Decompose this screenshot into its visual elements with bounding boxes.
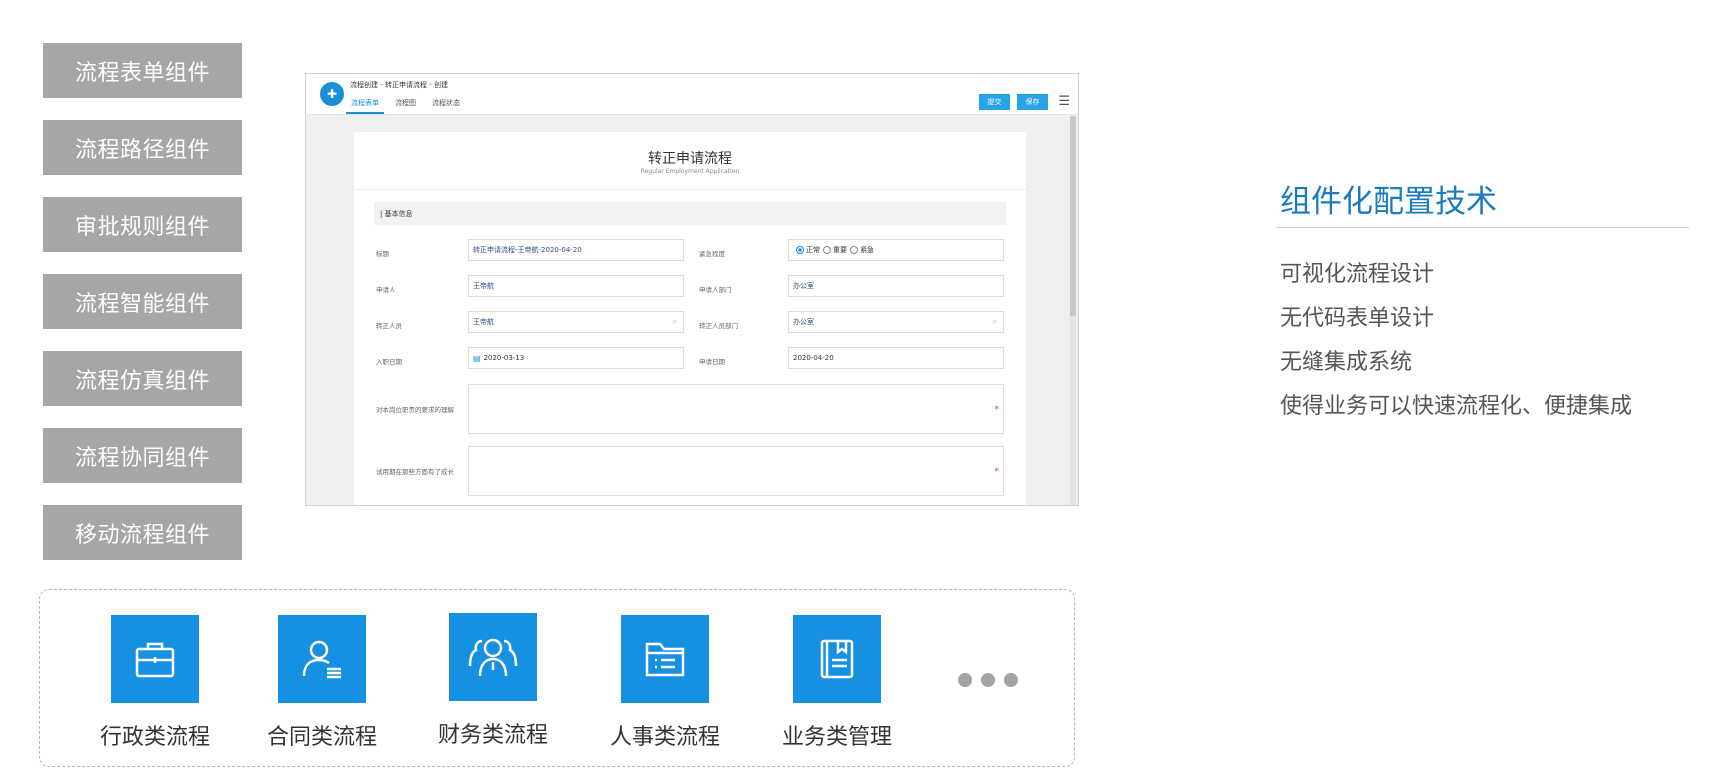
component-button-approval[interactable]: 审批规则组件 [43, 197, 242, 252]
component-button-collaboration[interactable]: 流程协同组件 [43, 428, 242, 483]
component-label: 移动流程组件 [74, 522, 210, 548]
join-date-field[interactable]: ▤ 2020-03-13 [468, 347, 684, 369]
tab-status[interactable]: 流程状态 [427, 98, 465, 114]
required-mark: * [994, 405, 1000, 415]
app-logo-icon: ✚ [320, 82, 344, 106]
dot [981, 673, 995, 687]
applicant-field[interactable]: 王帝航 [468, 275, 684, 297]
feature-item: 可视化流程设计 [1280, 262, 1435, 287]
required-mark: * [994, 467, 1000, 477]
radio-normal[interactable] [796, 246, 804, 254]
category-label: 人事类流程 [609, 725, 720, 750]
understanding-label: 对本岗位职责的要求的理解 [376, 406, 454, 414]
title-divider [1276, 227, 1689, 228]
category-label: 业务类管理 [781, 725, 892, 750]
component-label: 流程路径组件 [74, 137, 210, 163]
regular-person-value: 王帝航 [473, 318, 494, 326]
radio-urgent-label: 紧急 [860, 246, 874, 254]
applicant-dept-field[interactable]: 办公室 [788, 275, 1004, 297]
team-icon [449, 613, 537, 701]
calendar-icon: ▤ [473, 353, 481, 363]
component-label: 审批规则组件 [74, 214, 210, 240]
applicant-label: 申请人 [376, 286, 396, 294]
radio-normal-label: 正常 [806, 246, 820, 254]
category-label: 财务类流程 [437, 723, 548, 748]
urgency-label: 紧急程度 [699, 250, 725, 258]
join-date-label: 入职日期 [376, 358, 402, 366]
component-button-simulation[interactable]: 流程仿真组件 [43, 351, 242, 406]
growth-label: 试用期在那些方面有了成长 [376, 468, 454, 476]
submit-button[interactable]: 提交 [979, 94, 1010, 110]
form-paper: 转正申请流程 Regular Employment Application | … [354, 132, 1026, 505]
component-button-path[interactable]: 流程路径组件 [43, 120, 242, 175]
category-finance[interactable]: 财务类流程 [418, 613, 568, 749]
component-button-mobile[interactable]: 移动流程组件 [43, 505, 242, 560]
dot [958, 673, 972, 687]
component-label: 流程智能组件 [74, 291, 210, 317]
title-label: 标题 [376, 250, 389, 258]
divider [354, 189, 1026, 190]
join-date-value: 2020-03-13 [483, 354, 525, 362]
category-label: 合同类流程 [266, 725, 377, 750]
list-menu-icon[interactable]: ☰ [1058, 94, 1070, 109]
tab-diagram[interactable]: 流程图 [390, 98, 421, 114]
search-icon[interactable]: ⌕ [673, 317, 677, 327]
section-header: | 基本信息 [374, 202, 1006, 225]
regular-dept-value: 办公室 [793, 318, 814, 326]
tab-form[interactable]: 流程表单 [346, 98, 384, 114]
growth-textarea[interactable]: * [468, 446, 1004, 496]
category-hr[interactable]: 人事类流程 [590, 615, 740, 751]
user-doc-icon [278, 615, 366, 703]
title-field[interactable]: 转正申请流程-王帝航-2020-04-20 [468, 239, 684, 261]
app-header: ✚ 流程创建 - 转正申请流程 - 创建 流程表单 流程图 流程状态 提交 保存… [306, 74, 1078, 115]
category-contract[interactable]: 合同类流程 [247, 615, 397, 751]
breadcrumb: 流程创建 - 转正申请流程 - 创建 [350, 81, 448, 89]
search-icon[interactable]: ⌕ [993, 317, 997, 327]
regular-dept-label: 转正人员部门 [699, 322, 738, 330]
title-value: 转正申请流程-王帝航-2020-04-20 [473, 246, 582, 254]
regular-person-field[interactable]: 王帝航 ⌕ [468, 311, 684, 333]
category-admin[interactable]: 行政类流程 [80, 615, 230, 751]
component-button-form[interactable]: 流程表单组件 [43, 43, 242, 98]
radio-urgent[interactable] [850, 246, 858, 254]
more-dots-icon[interactable] [958, 673, 1027, 687]
urgency-radio-group: 正常 重要 紧急 [788, 239, 1004, 261]
category-business[interactable]: 业务类管理 [762, 615, 912, 751]
component-label: 流程协同组件 [74, 445, 210, 471]
apply-date-label: 申请日期 [699, 358, 725, 366]
understanding-textarea[interactable]: * [468, 384, 1004, 434]
scrollbar-thumb[interactable] [1070, 116, 1076, 316]
category-label: 行政类流程 [99, 725, 210, 750]
component-label: 流程仿真组件 [74, 368, 210, 394]
briefcase-icon [111, 615, 199, 703]
feature-item: 无代码表单设计 [1280, 306, 1435, 331]
regular-person-label: 转正人员 [376, 322, 402, 330]
radio-important-label: 重要 [833, 246, 847, 254]
radio-important[interactable] [823, 246, 831, 254]
feature-item: 使得业务可以快速流程化、便捷集成 [1280, 394, 1633, 419]
component-button-intelligent[interactable]: 流程智能组件 [43, 274, 242, 329]
form-title: 转正申请流程 [648, 151, 732, 167]
save-button[interactable]: 保存 [1017, 94, 1048, 110]
app-screenshot: ✚ 流程创建 - 转正申请流程 - 创建 流程表单 流程图 流程状态 提交 保存… [305, 73, 1079, 506]
apply-date-field[interactable]: 2020-04-20 [788, 347, 1004, 369]
applicant-dept-label: 申请人部门 [699, 286, 732, 294]
feature-item: 无缝集成系统 [1280, 350, 1413, 375]
notebook-icon [793, 615, 881, 703]
folder-list-icon [621, 615, 709, 703]
apply-date-value: 2020-04-20 [793, 354, 834, 362]
dot [1004, 673, 1018, 687]
app-tabs: 流程表单 流程图 流程状态 [346, 98, 471, 114]
regular-dept-field[interactable]: 办公室 ⌕ [788, 311, 1004, 333]
applicant-dept-value: 办公室 [793, 282, 814, 290]
form-subtitle: Regular Employment Application [640, 168, 740, 175]
feature-title: 组件化配置技术 [1280, 184, 1497, 220]
applicant-value: 王帝航 [473, 282, 494, 290]
component-label: 流程表单组件 [74, 60, 210, 86]
